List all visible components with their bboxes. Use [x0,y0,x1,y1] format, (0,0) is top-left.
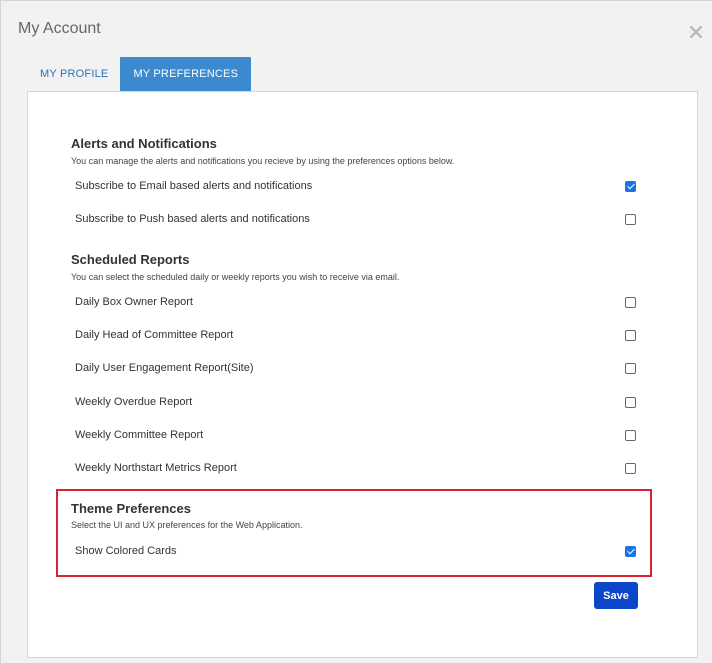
theme-section-title: Theme Preferences [71,501,191,516]
pref-weekly-committee-checkbox[interactable] [625,430,636,441]
pref-daily-head-committee-label: Daily Head of Committee Report [75,329,234,341]
pref-push-alerts-label: Subscribe to Push based alerts and notif… [75,213,310,225]
pref-weekly-northstart: Weekly Northstart Metrics Report [75,459,636,479]
reports-section-description: You can select the scheduled daily or we… [71,272,400,282]
reports-section-title: Scheduled Reports [71,252,190,267]
pref-colored-cards: Show Colored Cards [75,542,636,562]
pref-weekly-overdue-checkbox[interactable] [625,397,636,408]
pref-email-alerts: Subscribe to Email based alerts and noti… [75,177,636,197]
pref-daily-head-committee: Daily Head of Committee Report [75,326,636,346]
pref-daily-box-owner: Daily Box Owner Report [75,293,636,313]
tab-my-preferences-label: MY PREFERENCES [133,68,239,80]
pref-daily-user-engagement: Daily User Engagement Report(Site) [75,359,636,379]
pref-weekly-northstart-label: Weekly Northstart Metrics Report [75,462,237,474]
pref-push-alerts: Subscribe to Push based alerts and notif… [75,210,636,230]
save-button[interactable]: Save [594,582,638,609]
preferences-panel: Alerts and Notifications You can manage … [27,91,698,658]
modal-title: My Account [18,20,101,37]
close-button[interactable] [689,25,703,39]
pref-email-alerts-label: Subscribe to Email based alerts and noti… [75,180,313,192]
pref-email-alerts-checkbox[interactable] [625,181,636,192]
alerts-section-title: Alerts and Notifications [71,136,217,151]
pref-colored-cards-checkbox[interactable] [625,546,636,557]
pref-daily-user-engagement-checkbox[interactable] [625,363,636,374]
pref-weekly-northstart-checkbox[interactable] [625,463,636,474]
pref-weekly-overdue: Weekly Overdue Report [75,393,636,413]
pref-weekly-committee-label: Weekly Committee Report [75,429,204,441]
pref-daily-box-owner-checkbox[interactable] [625,297,636,308]
pref-push-alerts-checkbox[interactable] [625,214,636,225]
pref-daily-box-owner-label: Daily Box Owner Report [75,296,193,308]
account-tabs: MY PROFILE MY PREFERENCES [28,57,252,91]
alerts-section-description: You can manage the alerts and notificati… [71,156,455,166]
pref-weekly-committee: Weekly Committee Report [75,426,636,446]
close-icon [689,25,703,39]
theme-section-description: Select the UI and UX preferences for the… [71,520,303,530]
tab-my-profile[interactable]: MY PROFILE [28,57,120,91]
pref-daily-user-engagement-label: Daily User Engagement Report(Site) [75,362,254,374]
my-account-modal: My Account MY PROFILE MY PREFERENCES Ale… [0,0,712,663]
pref-daily-head-committee-checkbox[interactable] [625,330,636,341]
tab-my-preferences[interactable]: MY PREFERENCES [120,57,252,91]
pref-weekly-overdue-label: Weekly Overdue Report [75,396,193,408]
pref-colored-cards-label: Show Colored Cards [75,545,177,557]
tab-my-profile-label: MY PROFILE [40,68,109,80]
